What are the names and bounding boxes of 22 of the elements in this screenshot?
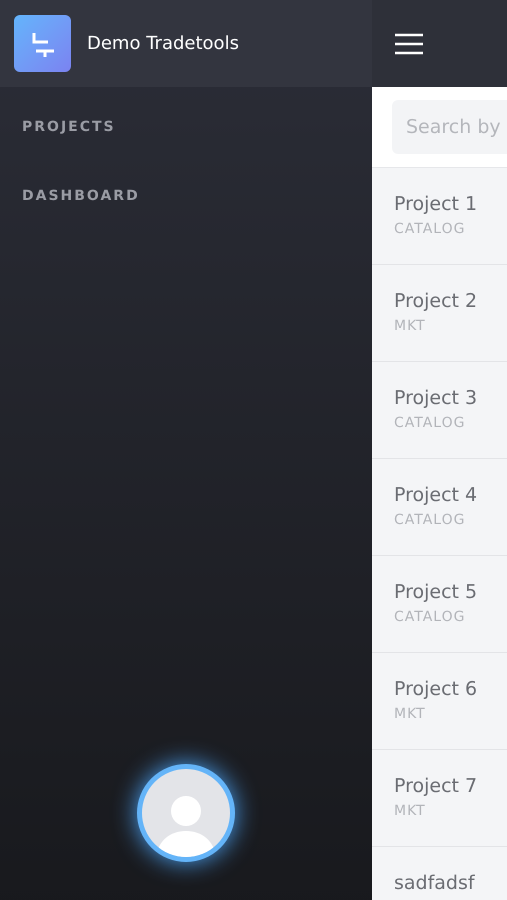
project-name[interactable]: Project 4 [394, 481, 507, 510]
project-name[interactable]: sadfadsf [394, 869, 507, 898]
search-field[interactable]: Search by [392, 100, 507, 154]
project-type: MKT [394, 802, 427, 820]
project-type: CATALOG [394, 414, 466, 432]
app-title: Demo Tradetools [87, 32, 239, 56]
project-type: MKT [394, 316, 427, 336]
menu-item[interactable]: PROJECTS [22, 117, 350, 138]
project-type: MKT [394, 704, 427, 724]
avatar-button[interactable] [137, 764, 235, 862]
project-name[interactable]: Project 6 [394, 675, 507, 704]
project-type: CATALOG [394, 608, 466, 626]
menu-item[interactable]: DASHBOARD [22, 186, 350, 207]
app-logo-icon [14, 15, 71, 72]
project-name[interactable]: Project 2 [394, 287, 507, 316]
project-name[interactable]: Project 5 [394, 578, 507, 606]
project-name[interactable]: Project 7 [394, 772, 507, 800]
project-name[interactable]: Project 1 [394, 190, 507, 218]
project-type: CATALOG [394, 510, 466, 530]
project-name[interactable]: Project 3 [394, 384, 507, 412]
menu-icon[interactable] [394, 32, 424, 54]
project-type: CATALOG [394, 220, 466, 238]
